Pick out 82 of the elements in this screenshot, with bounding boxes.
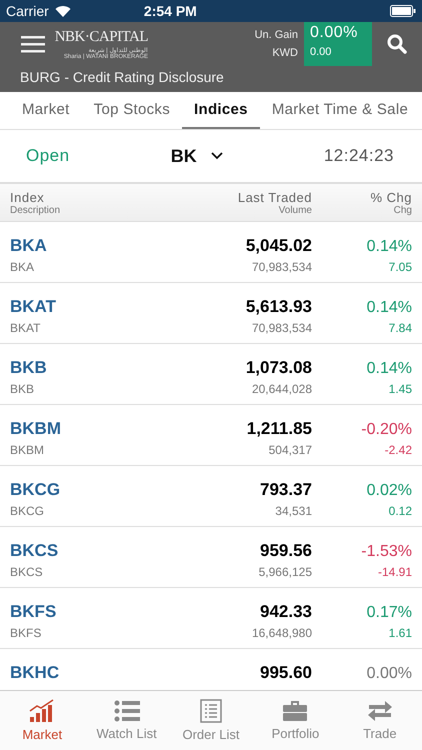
- caret-icon: [210, 152, 223, 160]
- tab[interactable]: Market: [10, 92, 82, 129]
- swap-arrows-icon: [366, 700, 393, 722]
- last-traded-value: 942.33: [259, 601, 312, 622]
- last-traded-value: 1,211.85: [246, 418, 312, 439]
- last-traded-value: 5,045.02: [244, 235, 312, 256]
- index-symbol[interactable]: BKB: [10, 344, 182, 378]
- briefcase-icon: [282, 700, 308, 722]
- column-subheading: Volume: [278, 204, 312, 216]
- volume-value: 70,983,534: [250, 259, 312, 276]
- last-traded-value: 5,613.93: [244, 296, 312, 317]
- index-description: BKA: [10, 259, 36, 276]
- change-value: 1.45: [388, 381, 412, 398]
- gain-percent: 0.00%: [310, 24, 359, 42]
- change-value: 0.12: [388, 503, 412, 520]
- index-symbol[interactable]: BKAT: [10, 283, 182, 317]
- nav-tab[interactable]: Portfolio: [253, 691, 338, 750]
- index-description: BKCS: [10, 564, 44, 581]
- exchange-dropdown[interactable]: BK: [170, 146, 223, 166]
- last-traded-value: 793.37: [259, 479, 312, 500]
- last-traded-value: 995.60: [259, 662, 312, 683]
- gain-amount: 0.00: [310, 46, 332, 58]
- search-icon: [387, 34, 407, 54]
- index-symbol[interactable]: BKBM: [10, 405, 182, 439]
- percent-change: 0.14%: [366, 298, 412, 317]
- volume-value: 20,644,028: [250, 381, 312, 398]
- clock-time: 2:54 PM: [144, 3, 197, 19]
- column-heading: % Chg: [370, 190, 412, 204]
- volume-value: 34,531: [274, 503, 312, 520]
- nav-tab[interactable]: Market: [0, 691, 84, 750]
- volume-value: 70,983,534: [250, 320, 312, 337]
- column-subheading: Description: [10, 204, 60, 216]
- change-value: 7.84: [388, 320, 412, 337]
- currency-label: KWD: [272, 47, 298, 59]
- index-description: BKCG: [10, 503, 46, 520]
- tab[interactable]: Market Time & Sale: [260, 92, 420, 129]
- percent-change: -0.20%: [360, 420, 412, 439]
- battery-icon: [390, 5, 416, 17]
- change-value: -14.91: [376, 564, 412, 581]
- market-time: 12:24:23: [324, 146, 394, 166]
- nav-tab[interactable]: Watch List: [84, 691, 169, 750]
- index-symbol[interactable]: BKA: [10, 222, 182, 256]
- document-icon: [200, 699, 222, 723]
- percent-change: 0.17%: [366, 603, 412, 622]
- percent-change: 0.14%: [366, 359, 412, 378]
- gain-label: Un. Gain: [254, 29, 298, 41]
- percent-change: 0.00%: [366, 664, 412, 683]
- index-symbol[interactable]: BKCG: [10, 466, 182, 500]
- index-description: BKAT: [10, 320, 42, 337]
- percent-change: 0.14%: [366, 237, 412, 256]
- wifi-icon: [54, 5, 71, 17]
- column-heading: Last Traded: [238, 190, 312, 204]
- change-value: -2.42: [384, 442, 412, 459]
- index-description: BKFS: [10, 625, 42, 642]
- column-heading: Index: [10, 190, 44, 204]
- market-status: Open: [26, 146, 70, 166]
- index-description: BKBM: [10, 442, 46, 459]
- tab[interactable]: Indices: [182, 92, 260, 129]
- percent-change: -1.53%: [360, 542, 412, 561]
- change-value: 7.05: [388, 259, 412, 276]
- volume-value: 5,966,125: [258, 564, 312, 581]
- last-traded-value: 959.56: [259, 540, 312, 561]
- nav-tab[interactable]: Trade: [338, 691, 422, 750]
- carrier-label: Carrier: [6, 3, 49, 19]
- news-ticker[interactable]: BURG - Credit Rating Disclosure: [20, 66, 422, 88]
- last-traded-value: 1,073.08: [244, 357, 312, 378]
- percent-change: 0.02%: [366, 481, 412, 500]
- tab[interactable]: Top Stocks: [82, 92, 182, 129]
- index-description: BKB: [10, 381, 36, 398]
- list-icon: [114, 700, 140, 722]
- nav-tab[interactable]: Order List: [168, 691, 254, 750]
- bar-chart-icon: [29, 699, 56, 723]
- column-subheading: Chg: [394, 204, 412, 216]
- index-symbol[interactable]: BKHC: [10, 649, 182, 683]
- volume-value: 16,648,980: [250, 625, 312, 642]
- index-symbol[interactable]: BKCS: [10, 527, 182, 561]
- menu-icon: [21, 35, 45, 53]
- change-value: 1.61: [388, 625, 412, 642]
- logo-text: NBK·CAPITAL: [54, 28, 148, 46]
- index-symbol[interactable]: BKFS: [10, 588, 182, 622]
- menu-button[interactable]: [20, 35, 46, 53]
- volume-value: 504,317: [268, 442, 312, 459]
